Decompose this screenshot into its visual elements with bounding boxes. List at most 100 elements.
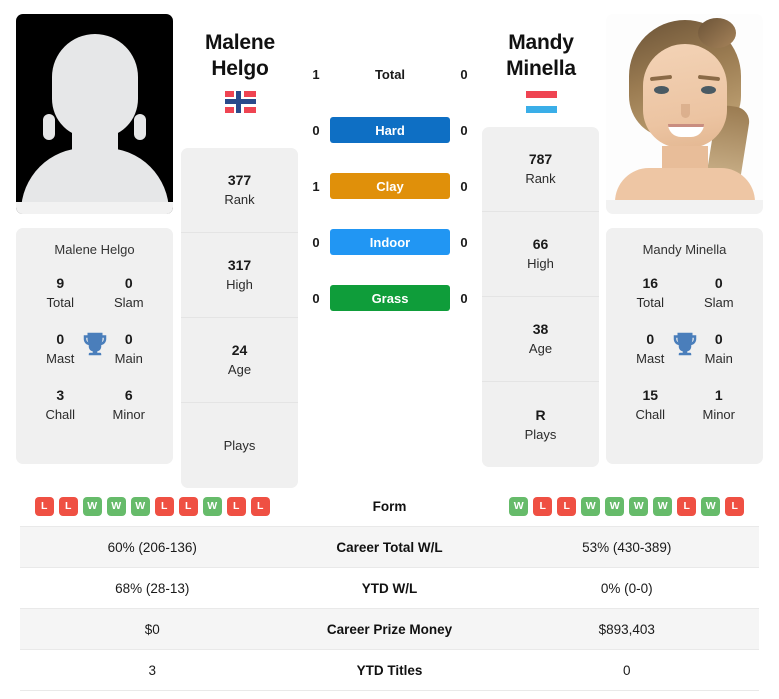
- form-badge-loss: L: [533, 496, 553, 516]
- titles-minor-left: 6 Minor: [95, 385, 164, 441]
- form-badge-loss: L: [725, 496, 745, 516]
- stats-strip-right: 787 Rank 66 High 38 Age R Plays: [482, 127, 599, 467]
- h2h-right-indoor: 0: [460, 234, 468, 250]
- titles-minor-right: 1 Minor: [685, 385, 754, 441]
- titles-slam-right: 0 Slam: [685, 273, 754, 329]
- stat-label-rank-right: Rank: [525, 171, 556, 186]
- stat-value-rank-right: 787: [528, 151, 553, 167]
- titles-grid-left: 9 Total 0 Slam 0 Mast 0 Main 3 Chall 6 M…: [26, 273, 163, 441]
- titles-total-left-value: 9: [56, 275, 65, 291]
- trophy-icon: [83, 332, 106, 356]
- h2h-label-grass[interactable]: Grass: [330, 285, 450, 311]
- avatar-right[interactable]: [606, 14, 763, 214]
- h2h-row-clay: 1 Clay 0: [306, 172, 474, 200]
- table-row-ytd-titles: 3 YTD Titles 0: [20, 650, 759, 691]
- flag-luxembourg-icon: [525, 91, 557, 113]
- form-badges-right: WLLWWWWLWL: [495, 496, 760, 516]
- form-badge-loss: L: [250, 496, 270, 516]
- placeholder-silhouette-icon: [16, 14, 173, 214]
- titles-total-right-value: 16: [642, 275, 659, 291]
- form-badge-win: W: [701, 496, 721, 516]
- ytd-titles-right: 0: [622, 662, 631, 678]
- titles-minor-right-value: 1: [714, 387, 723, 403]
- form-badge-loss: L: [34, 496, 54, 516]
- stat-cell-age-right: 38 Age: [482, 297, 599, 382]
- form-badge-win: W: [581, 496, 601, 516]
- flag-norway-icon: [224, 91, 256, 113]
- titles-chall-right-label: Chall: [635, 407, 666, 422]
- titles-slam-left-label: Slam: [113, 295, 144, 310]
- stat-cell-high-left: 317 High: [181, 233, 298, 318]
- trophy-icon: [673, 332, 696, 356]
- form-badge-win: W: [82, 496, 102, 516]
- stat-label-rank-left: Rank: [224, 192, 255, 207]
- h2h-label-clay[interactable]: Clay: [330, 173, 450, 199]
- ytd-titles-left: 3: [148, 662, 156, 678]
- titles-slam-right-label: Slam: [703, 295, 734, 310]
- stat-value-age-right: 38: [532, 321, 549, 337]
- h2h-row-hard: 0 Hard 0: [306, 116, 474, 144]
- player-left-identity: Malene Helgo: [160, 30, 320, 113]
- titles-total-right: 16 Total: [616, 273, 685, 329]
- player-right-first-name: Mandy: [508, 31, 574, 54]
- stat-label-plays-right: Plays: [524, 426, 557, 442]
- h2h-label-indoor[interactable]: Indoor: [330, 229, 450, 255]
- h2h-row-indoor: 0 Indoor 0: [306, 228, 474, 256]
- h2h-left-total: 1: [312, 66, 320, 82]
- titles-slam-left: 0 Slam: [95, 273, 164, 329]
- titles-slam-left-value: 0: [124, 275, 133, 291]
- stat-label-age-left: Age: [227, 362, 252, 377]
- titles-card-left-name: Malene Helgo: [54, 242, 135, 257]
- stat-label-age-right: Age: [528, 341, 553, 356]
- titles-total-left-label: Total: [46, 295, 74, 310]
- table-label-ytd-wl: YTD W/L: [361, 580, 418, 596]
- h2h-right-hard: 0: [460, 122, 468, 138]
- form-badge-win: W: [106, 496, 126, 516]
- titles-card-right: Mandy Minella 16 Total 0 Slam 0 Mast 0 M…: [606, 228, 763, 464]
- stat-cell-rank-right: 787 Rank: [482, 127, 599, 212]
- titles-minor-right-label: Minor: [702, 407, 735, 422]
- head-to-head-panel: 1 Total 0 0 Hard 0 1 Clay 0 0 Indoor 0 0: [306, 60, 474, 312]
- titles-chall-left: 3 Chall: [26, 385, 95, 441]
- form-badges-left: LLWWWLLWLL: [20, 496, 285, 516]
- player-right-last-name: Minella: [506, 57, 576, 80]
- h2h-label-hard[interactable]: Hard: [330, 117, 450, 143]
- h2h-left-clay: 1: [312, 178, 320, 194]
- h2h-right-grass: 0: [460, 290, 468, 306]
- career-total-wl-right: 53% (430-389): [582, 539, 672, 555]
- h2h-row-total: 1 Total 0: [306, 60, 474, 88]
- stat-value-plays-right: R: [535, 406, 546, 423]
- table-row-ytd-wl: 68% (28-13) YTD W/L 0% (0-0): [20, 568, 759, 609]
- player-comparison-page: Malene Helgo Mandy Minella 1 Total 0 0 H…: [0, 0, 779, 699]
- titles-chall-left-value: 3: [56, 387, 65, 403]
- stat-value-age-left: 24: [231, 342, 248, 358]
- form-badge-win: W: [629, 496, 649, 516]
- comparison-table: LLWWWLLWLL Form WLLWWWWLWL 60% (206-136)…: [20, 486, 759, 691]
- titles-grid-right: 16 Total 0 Slam 0 Mast 0 Main 15 Chall 1…: [616, 273, 753, 441]
- table-row-career-total-wl: 60% (206-136) Career Total W/L 53% (430-…: [20, 527, 759, 568]
- h2h-right-total: 0: [460, 66, 468, 82]
- titles-chall-right-value: 15: [642, 387, 659, 403]
- form-badge-win: W: [130, 496, 150, 516]
- stat-value-high-right: 66: [532, 236, 549, 252]
- h2h-left-grass: 0: [312, 290, 320, 306]
- titles-minor-left-value: 6: [124, 387, 133, 403]
- table-label-ytd-titles: YTD Titles: [356, 662, 423, 678]
- stat-cell-rank-left: 377 Rank: [181, 148, 298, 233]
- career-prize-money-right: $893,403: [598, 621, 655, 637]
- player-left-last-name: Helgo: [211, 57, 269, 80]
- stat-cell-age-left: 24 Age: [181, 318, 298, 403]
- form-badge-loss: L: [557, 496, 577, 516]
- stat-value-high-left: 317: [227, 257, 252, 273]
- comparison-header: Malene Helgo Mandy Minella 1 Total 0 0 H…: [0, 0, 779, 488]
- form-badge-loss: L: [226, 496, 246, 516]
- form-badge-loss: L: [178, 496, 198, 516]
- h2h-row-grass: 0 Grass 0: [306, 284, 474, 312]
- table-label-career-prize-money: Career Prize Money: [326, 621, 453, 637]
- titles-minor-left-label: Minor: [112, 407, 145, 422]
- avatar-left[interactable]: [16, 14, 173, 214]
- h2h-left-hard: 0: [312, 122, 320, 138]
- player-photo: [606, 14, 763, 214]
- form-badge-loss: L: [677, 496, 697, 516]
- stat-cell-plays-left: Plays: [181, 403, 298, 488]
